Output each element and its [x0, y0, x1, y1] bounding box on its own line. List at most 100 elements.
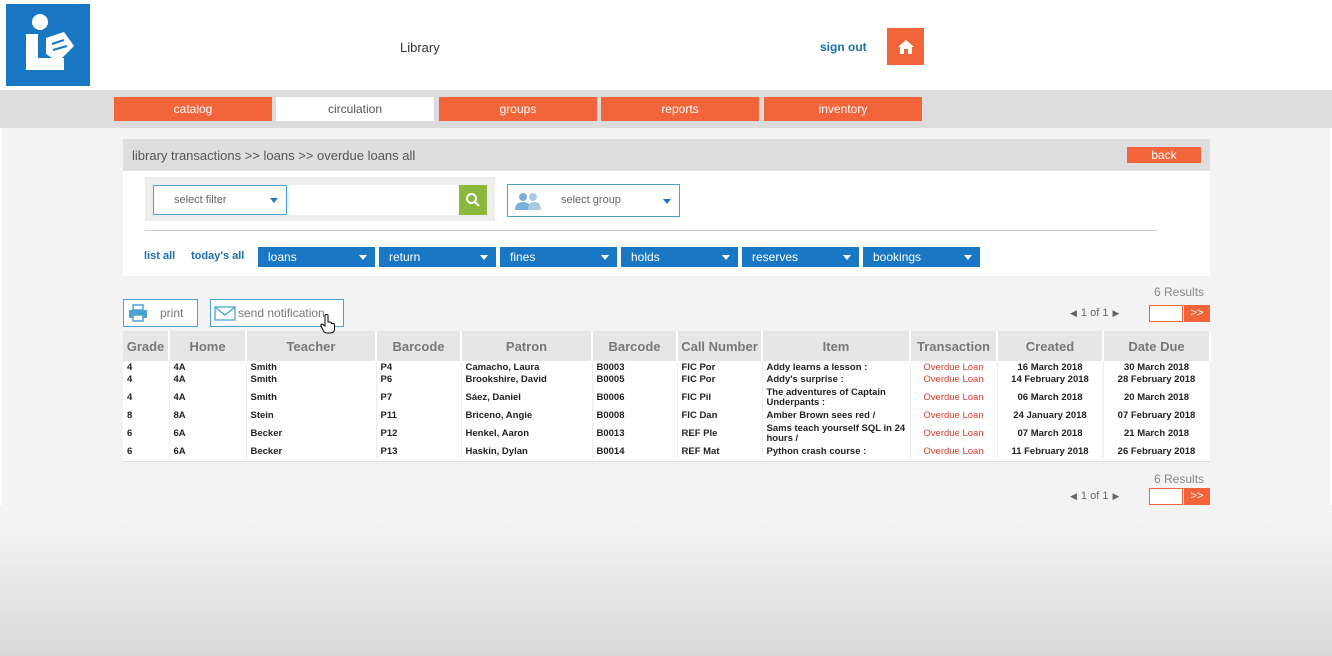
cell-transaction[interactable]: Overdue Loan: [910, 410, 998, 422]
print-button[interactable]: print: [123, 299, 198, 327]
cell-date-due: 28 February 2018: [1103, 374, 1211, 386]
table-row[interactable]: 4 4A Smith P7 Sáez, Daniel B0006 FIC Pil The ad…: [123, 386, 1211, 410]
cell-home: 4A: [169, 386, 247, 410]
next-page-icon[interactable]: ▶: [1108, 491, 1123, 501]
cell-transaction[interactable]: Overdue Loan: [910, 446, 998, 458]
breadcrumb-bar: library transactions >> loans >> overdue…: [123, 139, 1210, 171]
tab-inventory[interactable]: inventory: [764, 97, 922, 121]
column-header[interactable]: Patron: [461, 331, 593, 361]
column-header[interactable]: Home: [169, 331, 247, 361]
loans-dropdown[interactable]: loans: [258, 247, 375, 267]
cell-transaction[interactable]: Overdue Loan: [910, 386, 998, 410]
chevron-down-icon: [964, 255, 972, 260]
chevron-down-icon: [663, 199, 671, 204]
tab-catalog[interactable]: catalog: [114, 97, 272, 121]
chevron-down-icon: [843, 255, 851, 260]
column-header[interactable]: Barcode: [376, 331, 462, 361]
page-number-input[interactable]: [1149, 305, 1183, 322]
table-row[interactable]: 6 6A Becker P13 Haskin, Dylan B0014 REF Mat Pyt…: [123, 446, 1211, 458]
tab-circulation[interactable]: circulation: [276, 97, 434, 121]
loans-label: loans: [268, 250, 297, 264]
table-bottom-border: [123, 461, 1210, 462]
go-page-button[interactable]: >>: [1184, 305, 1210, 322]
page-indicator: 1 of 1: [1080, 307, 1109, 319]
cell-call-number: REF Ple: [677, 422, 763, 446]
next-page-icon[interactable]: ▶: [1108, 308, 1123, 318]
chevron-down-icon: [601, 255, 609, 260]
cell-grade: 4: [123, 361, 170, 374]
cell-item: Addy learns a lesson :: [762, 361, 911, 374]
search-button[interactable]: [459, 185, 487, 215]
reserves-dropdown[interactable]: reserves: [742, 247, 859, 267]
column-header[interactable]: Grade: [123, 331, 170, 361]
cell-teacher: Stein: [246, 410, 377, 422]
table-row[interactable]: 4 4A Smith P6 Brookshire, David B0005 FIC Por A…: [123, 374, 1211, 386]
cell-teacher: Becker: [246, 422, 377, 446]
column-header[interactable]: Created: [997, 331, 1104, 361]
results-count: 6 Results: [1154, 285, 1205, 299]
cell-grade: 8: [123, 410, 170, 422]
filter-panel: select filter select group list all toda…: [123, 171, 1210, 276]
prev-page-icon[interactable]: ◀: [1066, 308, 1081, 318]
tab-groups[interactable]: groups: [439, 97, 597, 121]
table-row[interactable]: 4 4A Smith P4 Camacho, Laura B0003 FIC Por Addy…: [123, 361, 1211, 374]
cell-created: 06 March 2018: [997, 386, 1104, 410]
cell-item: Sams teach yourself SQL in 24 hours /: [762, 422, 911, 446]
cell-patron: Henkel, Aaron: [461, 422, 593, 446]
back-button[interactable]: back: [1127, 147, 1201, 163]
prev-page-icon[interactable]: ◀: [1066, 491, 1081, 501]
cell-patron-barcode: P13: [376, 446, 462, 458]
cell-transaction[interactable]: Overdue Loan: [910, 374, 998, 386]
table-row[interactable]: 8 8A Stein P11 Briceno, Angie B0008 FIC Dan Amb…: [123, 410, 1211, 422]
cell-patron-barcode: P7: [376, 386, 462, 410]
cell-patron-barcode: P12: [376, 422, 462, 446]
cell-item-barcode: B0008: [592, 410, 678, 422]
pager: ◀ 1 of 1 ▶: [1066, 307, 1123, 319]
sign-out-link[interactable]: sign out: [820, 40, 867, 54]
column-header[interactable]: Teacher: [246, 331, 377, 361]
print-label: print: [160, 306, 184, 320]
chevron-down-icon: [270, 198, 278, 203]
cell-teacher: Smith: [246, 361, 377, 374]
cell-patron-barcode: P6: [376, 374, 462, 386]
cell-created: 14 February 2018: [997, 374, 1104, 386]
bookings-dropdown[interactable]: bookings: [863, 247, 980, 267]
go-page-button-bottom[interactable]: >>: [1184, 488, 1210, 505]
column-header[interactable]: Item: [762, 331, 911, 361]
cell-transaction[interactable]: Overdue Loan: [910, 361, 998, 374]
select-filter-dropdown[interactable]: select filter: [153, 185, 287, 215]
cell-teacher: Smith: [246, 374, 377, 386]
column-header[interactable]: Barcode: [592, 331, 678, 361]
page-number-input-bottom[interactable]: [1149, 488, 1183, 505]
cell-transaction[interactable]: Overdue Loan: [910, 422, 998, 446]
fines-dropdown[interactable]: fines: [500, 247, 617, 267]
column-header[interactable]: Transaction: [910, 331, 998, 361]
cell-home: 4A: [169, 374, 247, 386]
printer-icon: [129, 304, 147, 322]
return-dropdown[interactable]: return: [379, 247, 496, 267]
cell-item-barcode: B0003: [592, 361, 678, 374]
holds-dropdown[interactable]: holds: [621, 247, 738, 267]
search-input[interactable]: [289, 185, 459, 215]
home-icon: [897, 39, 914, 54]
todays-all-link[interactable]: today's all: [191, 250, 244, 262]
list-all-link[interactable]: list all: [144, 250, 175, 262]
column-header[interactable]: Date Due: [1103, 331, 1211, 361]
envelope-icon: [214, 306, 236, 321]
cell-created: 11 February 2018: [997, 446, 1104, 458]
select-group-dropdown[interactable]: select group: [507, 184, 680, 217]
cell-call-number: FIC Dan: [677, 410, 763, 422]
fines-label: fines: [510, 250, 536, 264]
library-logo[interactable]: [6, 4, 90, 86]
cell-item: Amber Brown sees red /: [762, 410, 911, 422]
cell-patron: Brookshire, David: [461, 374, 593, 386]
home-button[interactable]: [887, 28, 924, 65]
cell-item: The adventures of Captain Underpants :: [762, 386, 911, 410]
cell-teacher: Becker: [246, 446, 377, 458]
cell-patron-barcode: P11: [376, 410, 462, 422]
table-row[interactable]: 6 6A Becker P12 Henkel, Aaron B0013 REF Ple Sam…: [123, 422, 1211, 446]
cell-created: 24 January 2018: [997, 410, 1104, 422]
cell-item-barcode: B0014: [592, 446, 678, 458]
tab-reports[interactable]: reports: [601, 97, 759, 121]
column-header[interactable]: Call Number: [677, 331, 763, 361]
